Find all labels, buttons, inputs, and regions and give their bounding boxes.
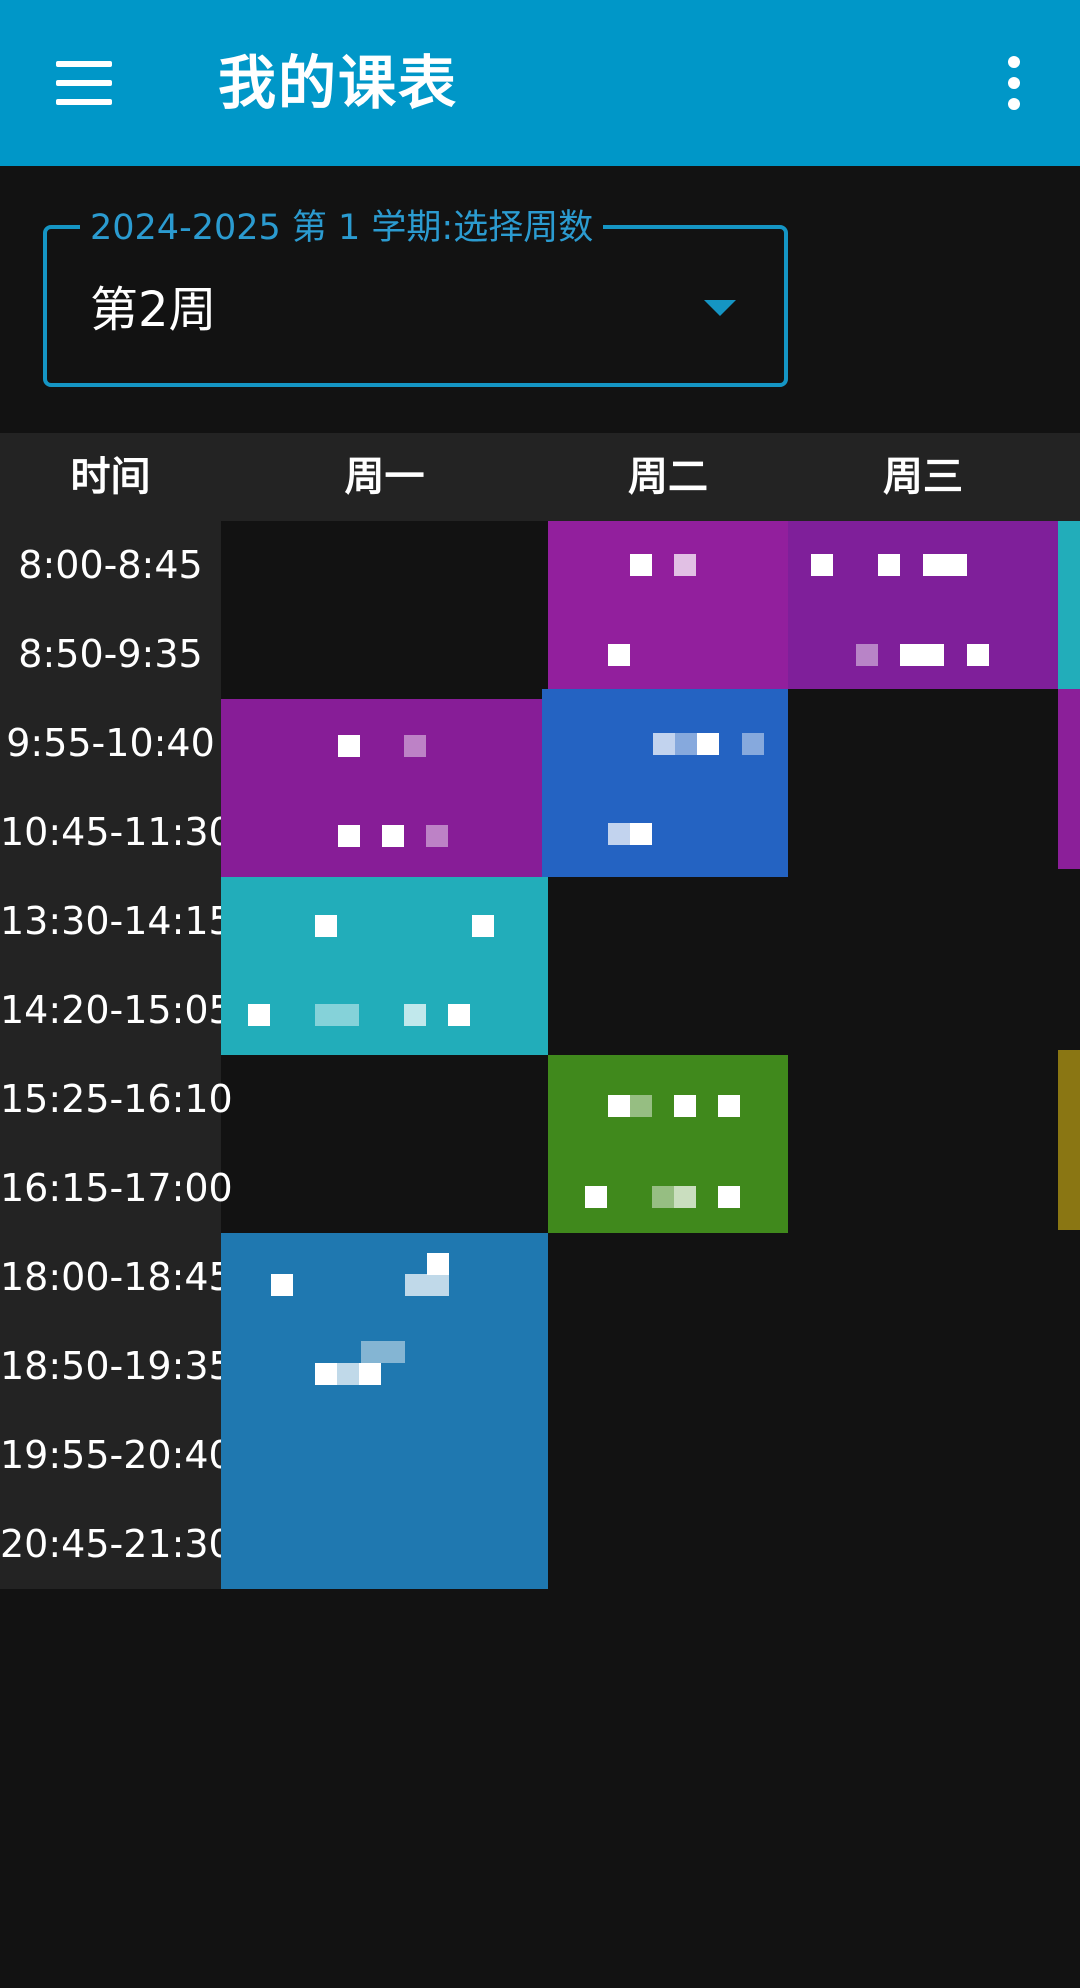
time-slot-12: 20:45-21:30 (0, 1522, 233, 1566)
time-slot-1: 8:00-8:45 (18, 543, 203, 587)
time-slot-7: 15:25-16:10 (0, 1077, 233, 1121)
time-slot-9: 18:00-18:45 (0, 1255, 233, 1299)
time-slot-11: 19:55-20:40 (0, 1433, 233, 1477)
header-day-tuesday: 周二 (628, 454, 708, 500)
header-time: 时间 (70, 454, 151, 500)
course-block-monday-evening[interactable] (221, 1233, 548, 1589)
course-block-monday-am[interactable] (221, 699, 548, 877)
time-slot-10: 18:50-19:35 (0, 1344, 233, 1388)
course-block-tuesday-2[interactable] (542, 689, 788, 877)
app-bar: 我的课表 (0, 0, 1080, 166)
week-select-value[interactable]: 第2周 (90, 280, 217, 340)
time-slot-8: 16:15-17:00 (0, 1166, 233, 1210)
hamburger-menu-icon[interactable] (40, 43, 128, 123)
course-block-next-day-1[interactable] (1058, 521, 1080, 689)
time-slot-5: 13:30-14:15 (0, 899, 233, 943)
time-slot-4: 10:45-11:30 (0, 810, 233, 854)
time-slot-3: 9:55-10:40 (6, 721, 215, 765)
course-block-tuesday-1[interactable] (548, 521, 788, 689)
course-block-monday-pm[interactable] (221, 877, 548, 1055)
course-block-next-day-2[interactable] (1058, 689, 1080, 869)
more-options-icon[interactable] (990, 50, 1038, 116)
schedule-header-row: 时间 周一 周二 周三 (0, 433, 1080, 521)
course-block-tuesday-3[interactable] (548, 1055, 788, 1233)
course-block-next-day-3[interactable] (1058, 1050, 1080, 1230)
time-slot-2: 8:50-9:35 (18, 632, 203, 676)
header-day-wednesday: 周三 (883, 454, 963, 500)
week-select-label: 2024-2025 第 1 学期:选择周数 (80, 204, 604, 252)
time-column: 8:00-8:45 8:50-9:35 9:55-10:40 10:45-11:… (0, 521, 233, 1589)
header-day-monday: 周一 (344, 454, 425, 500)
course-block-wednesday-1[interactable] (788, 521, 1058, 689)
page-title: 我的课表 (218, 49, 459, 117)
time-slot-6: 14:20-15:05 (0, 988, 233, 1032)
dropdown-arrow-icon[interactable] (704, 300, 736, 316)
